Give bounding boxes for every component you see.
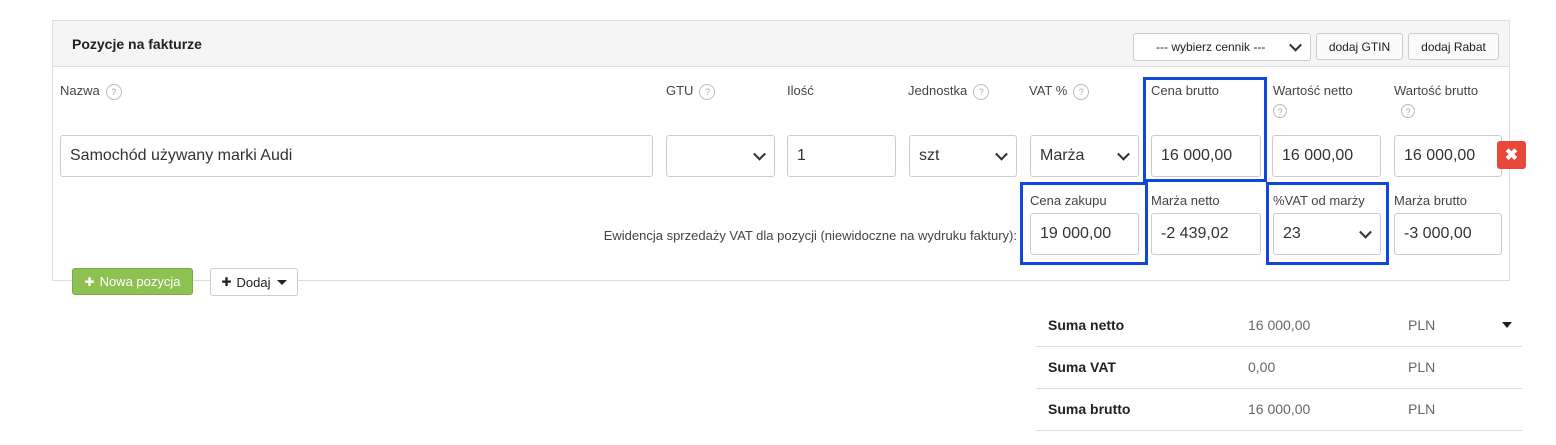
net-value-input[interactable]: 16 000,00 (1272, 135, 1381, 177)
help-icon[interactable]: ? (699, 83, 716, 100)
header-gross-value: Wartość brutto (1394, 83, 1479, 98)
chevron-down-icon (753, 147, 766, 161)
chevron-down-icon (995, 147, 1008, 161)
gross-margin-input[interactable]: -3 000,00 (1394, 213, 1502, 255)
summary-row: Suma netto 16 000,00 PLN (1036, 305, 1522, 347)
header-quantity: Ilość (787, 83, 814, 98)
chevron-down-icon (1117, 147, 1130, 161)
highlight-purchase-price (1020, 182, 1148, 265)
summary-row: Suma VAT 0,00 PLN (1036, 347, 1522, 389)
price-list-select[interactable]: --- wybierz cennik --- (1133, 33, 1311, 61)
add-dropdown-button[interactable]: ✚ Dodaj (210, 268, 298, 296)
header-net-value: Wartość netto (1273, 83, 1353, 98)
net-margin-input[interactable]: -2 439,02 (1151, 213, 1261, 255)
help-icon[interactable]: ? (1401, 104, 1415, 118)
summary-row: Suma brutto 16 000,00 PLN (1036, 389, 1522, 431)
header-gtu: GTU? (666, 83, 716, 100)
currency-dropdown-icon[interactable] (1502, 322, 1512, 328)
gross-margin-label: Marża brutto (1394, 193, 1467, 208)
quantity-input[interactable]: 1 (787, 135, 896, 177)
vat-select[interactable]: Marża (1030, 135, 1139, 177)
unit-select[interactable]: szt (909, 135, 1017, 177)
highlight-vat-on-margin (1266, 182, 1389, 265)
chevron-down-icon (1289, 38, 1302, 52)
gross-value-input[interactable]: 16 000,00 (1394, 135, 1502, 177)
help-icon[interactable]: ? (105, 83, 122, 100)
help-icon[interactable]: ? (1273, 104, 1287, 118)
plus-icon: ✚ (84, 274, 95, 289)
plus-icon: ✚ (221, 275, 232, 289)
item-name-input[interactable]: Samochód używany marki Audi (60, 135, 653, 177)
new-item-button[interactable]: ✚ Nowa pozycja (72, 268, 193, 295)
help-icon[interactable]: ? (973, 83, 990, 100)
caret-down-icon (276, 279, 287, 285)
add-discount-button[interactable]: dodaj Rabat (1408, 33, 1499, 60)
panel-title: Pozycje na fakturze (72, 36, 202, 52)
delete-row-button[interactable]: ✖ (1497, 141, 1526, 169)
gtu-select[interactable] (666, 135, 775, 177)
header-name: Nazwa? (60, 83, 122, 100)
header-vat: VAT %? (1029, 83, 1090, 100)
highlight-gross-price (1143, 77, 1267, 182)
help-icon[interactable]: ? (1073, 83, 1090, 100)
price-list-select-value: --- wybierz cennik --- (1156, 40, 1266, 54)
header-unit: Jednostka? (908, 83, 990, 100)
add-gtin-button[interactable]: dodaj GTIN (1316, 33, 1403, 60)
net-margin-label: Marża netto (1151, 193, 1220, 208)
vat-margin-note: Ewidencja sprzedaży VAT dla pozycji (nie… (603, 228, 1017, 243)
